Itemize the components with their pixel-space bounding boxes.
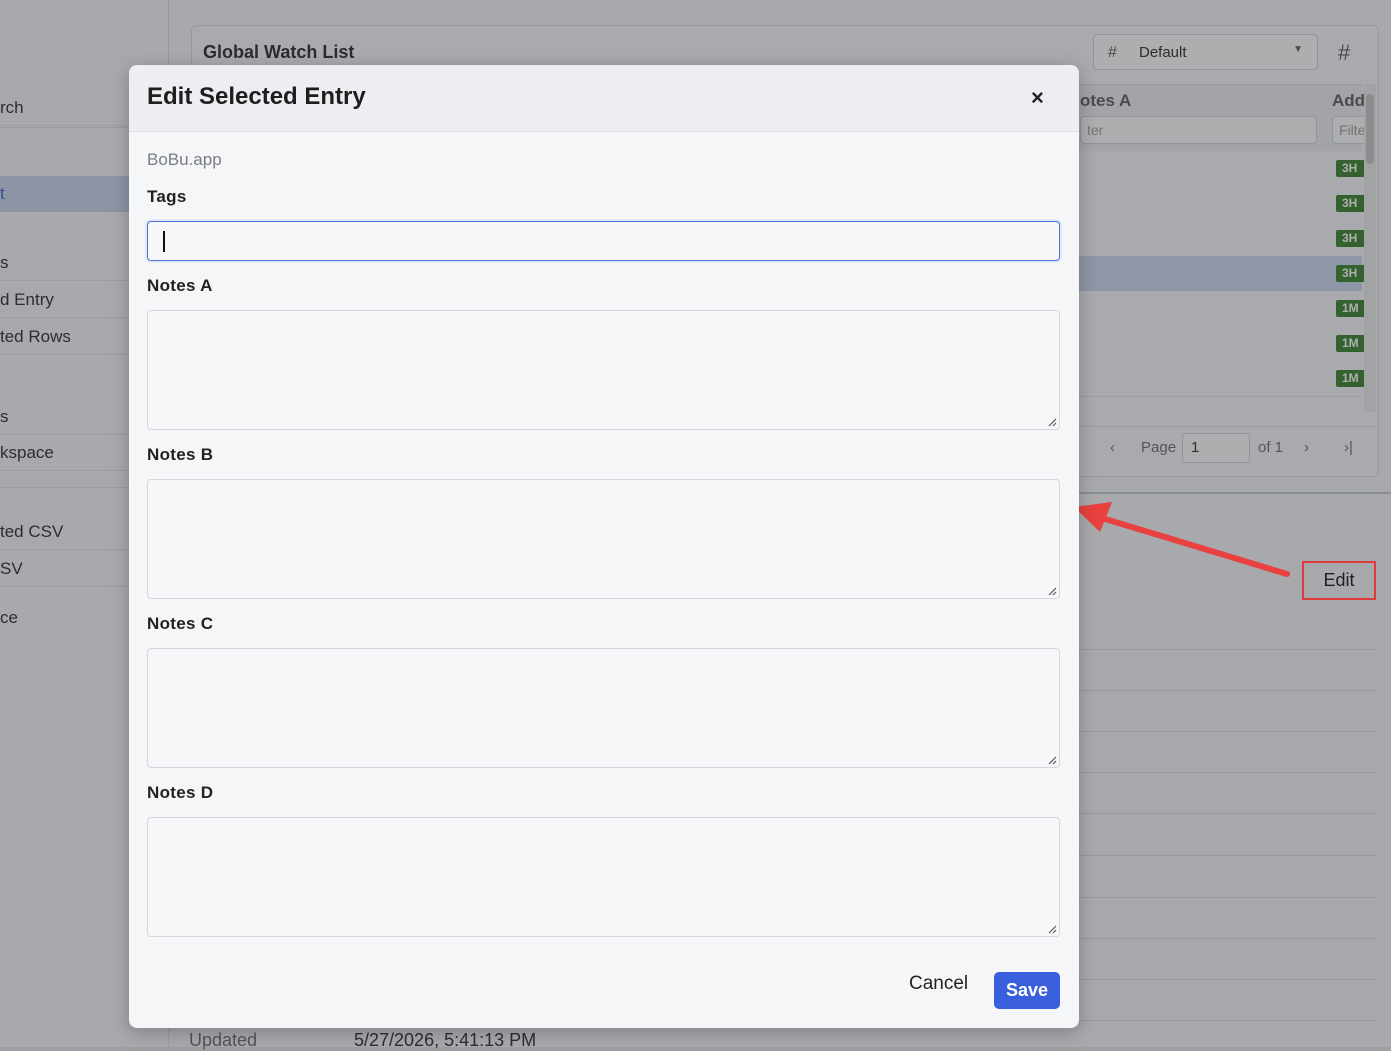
close-icon[interactable]: × (1031, 85, 1044, 111)
cancel-button[interactable]: Cancel (909, 973, 968, 995)
notes-b-label: Notes B (147, 445, 214, 464)
modal-title: Edit Selected Entry (147, 83, 366, 110)
save-button[interactable]: Save (994, 972, 1060, 1009)
entry-name: BoBu.app (147, 150, 222, 169)
tags-label: Tags (147, 187, 187, 206)
modal-header: Edit Selected Entry × (129, 65, 1079, 132)
notes-c-textarea[interactable] (147, 648, 1060, 768)
notes-a-textarea[interactable] (147, 310, 1060, 430)
resize-grip-icon[interactable] (1047, 755, 1057, 765)
notes-b-textarea[interactable] (147, 479, 1060, 599)
resize-grip-icon[interactable] (1047, 417, 1057, 427)
notes-d-label: Notes D (147, 783, 214, 802)
tags-input[interactable] (147, 221, 1060, 261)
resize-grip-icon[interactable] (1047, 586, 1057, 596)
notes-c-label: Notes C (147, 614, 214, 633)
edit-entry-modal: Edit Selected Entry × BoBu.app Tags Note… (129, 65, 1079, 1028)
resize-grip-icon[interactable] (1047, 924, 1057, 934)
text-cursor (163, 231, 165, 252)
notes-d-textarea[interactable] (147, 817, 1060, 937)
notes-a-label: Notes A (147, 276, 213, 295)
